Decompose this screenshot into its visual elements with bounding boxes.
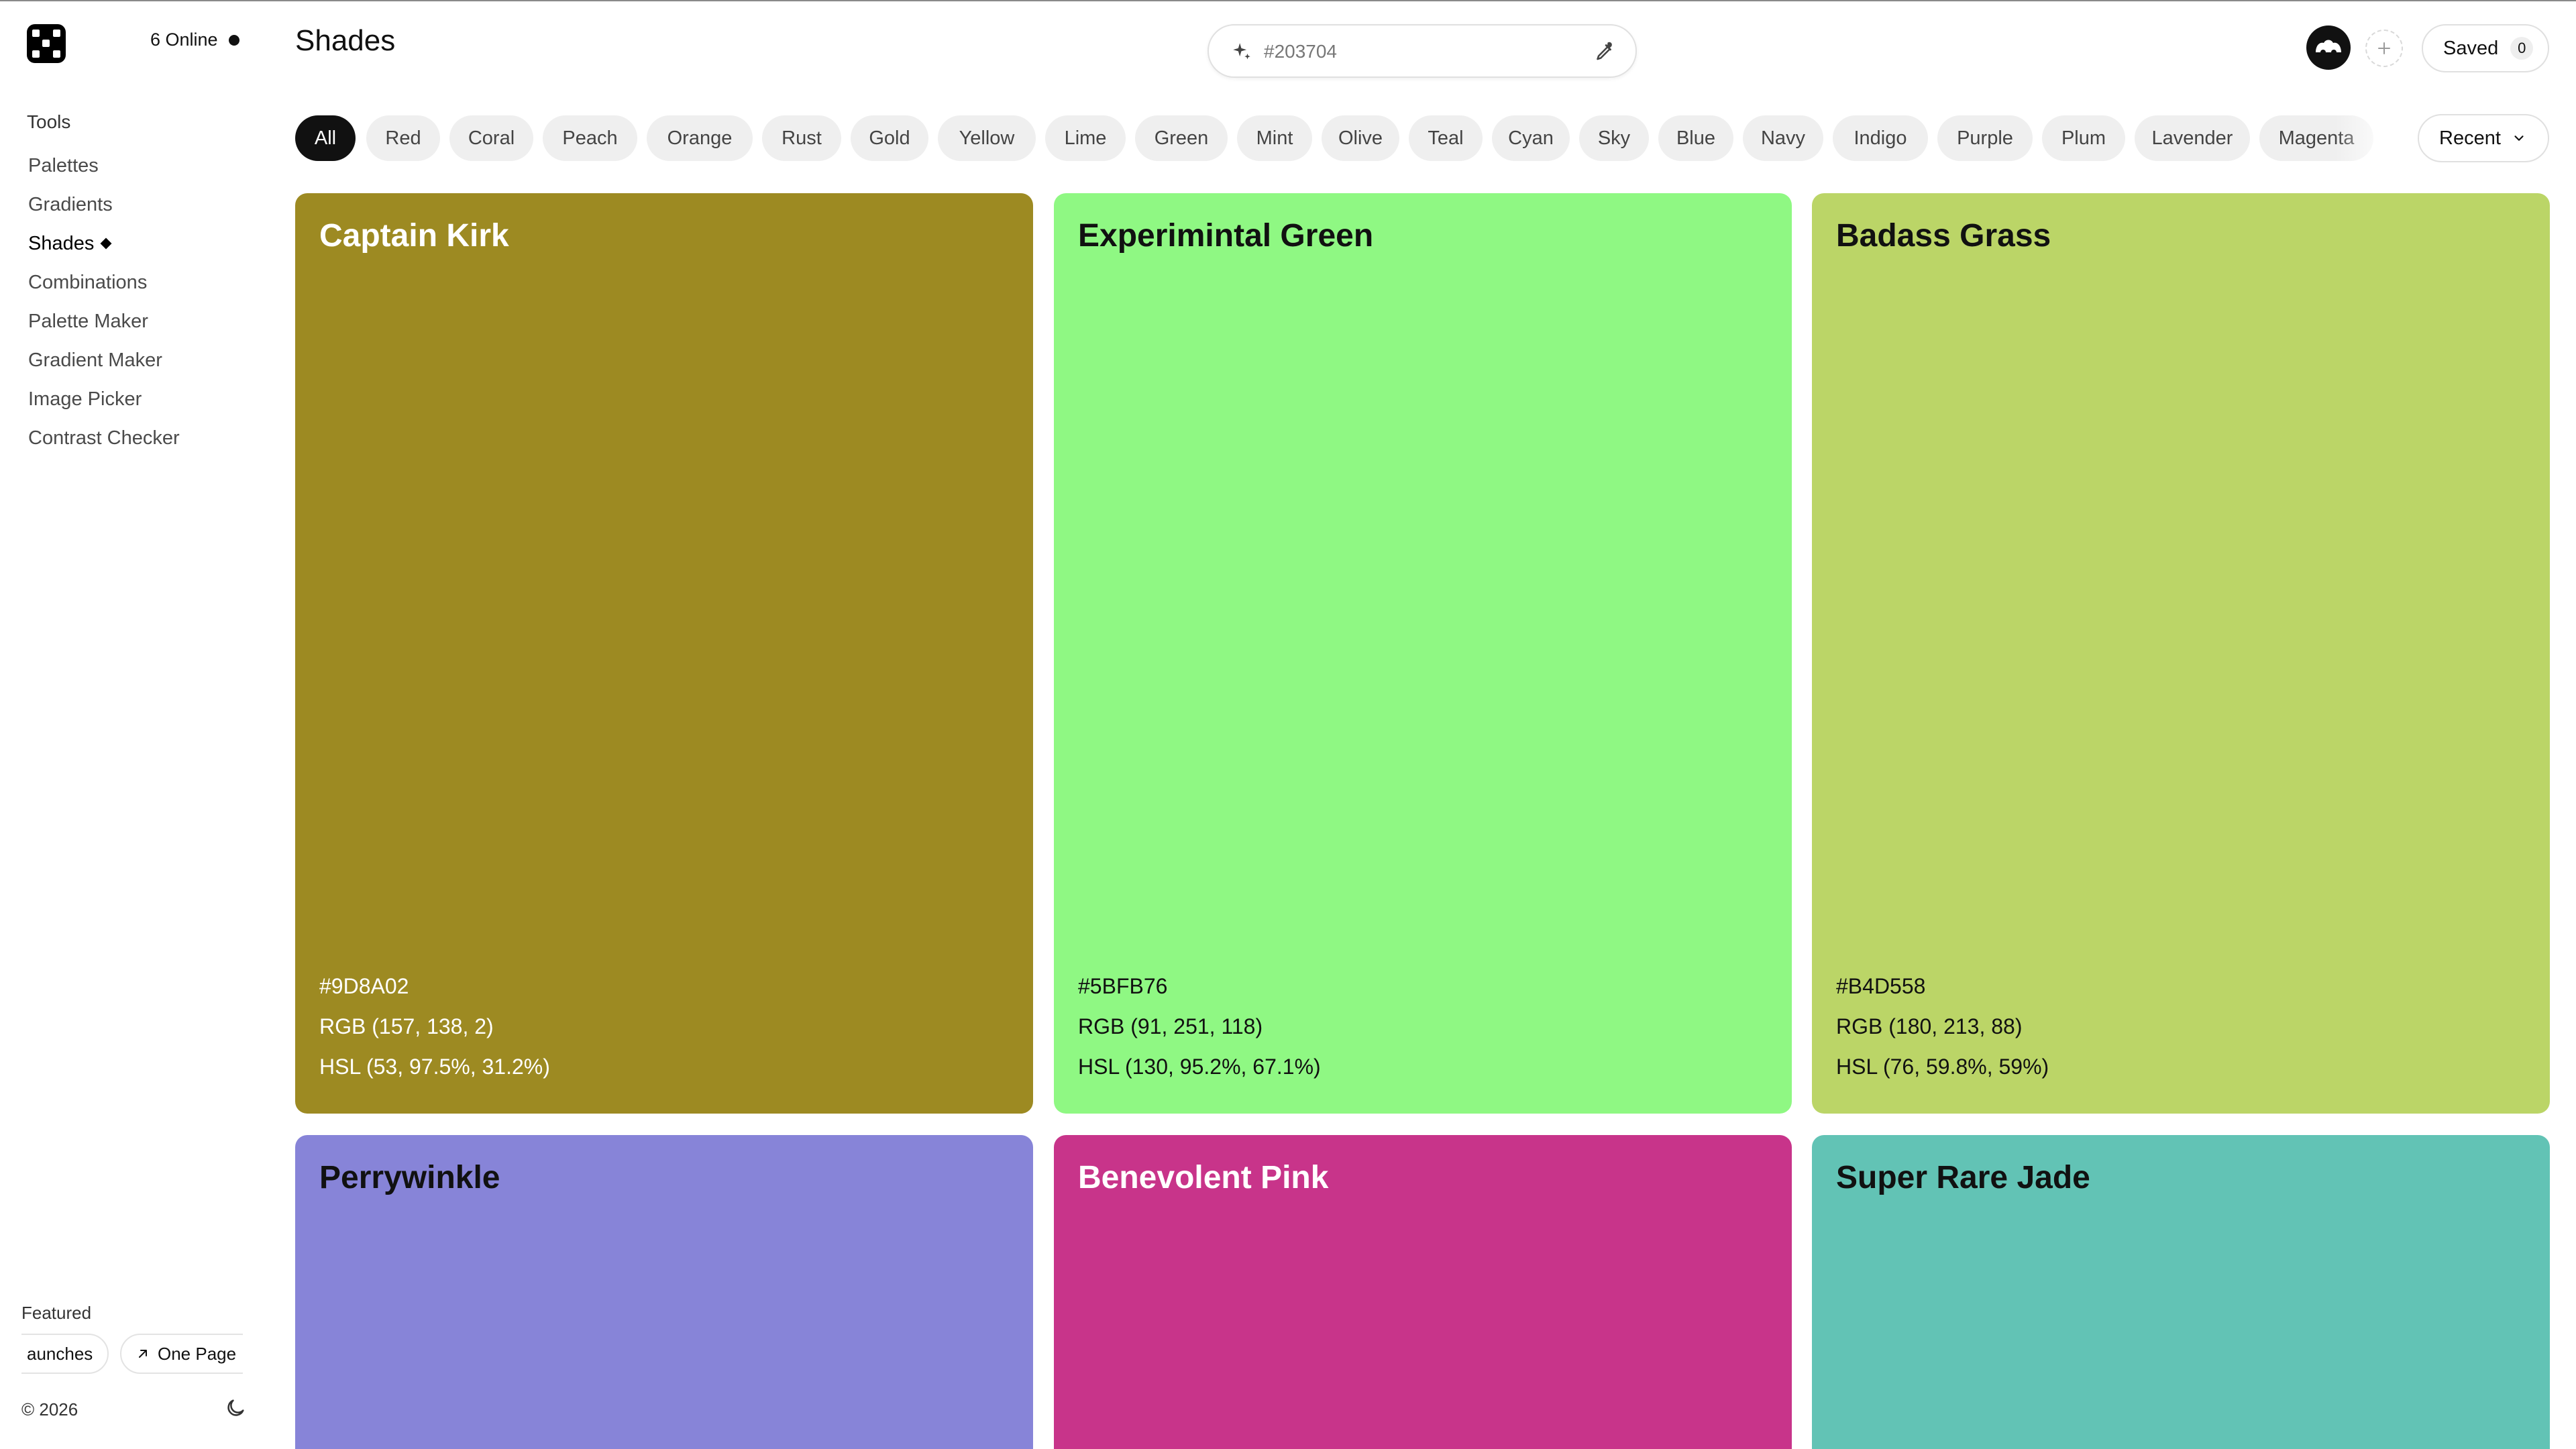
shade-rgb[interactable]: RGB (157, 138, 2) — [319, 1006, 550, 1046]
shade-hex[interactable]: #B4D558 — [1836, 966, 2049, 1006]
shade-hex[interactable]: #9D8A02 — [319, 966, 550, 1006]
chip-mint[interactable]: Mint — [1237, 115, 1312, 161]
shade-card[interactable]: Captain Kirk #9D8A02 RGB (157, 138, 2) H… — [295, 193, 1033, 1114]
chip-olive[interactable]: Olive — [1322, 115, 1399, 161]
sort-dropdown[interactable]: Recent — [2418, 114, 2549, 162]
sidebar-item-label: Shades — [28, 233, 95, 254]
shade-name: Benevolent Pink — [1078, 1160, 1329, 1195]
search-input[interactable] — [1263, 38, 1574, 66]
saved-button[interactable]: Saved 0 — [2422, 24, 2549, 72]
sidebar-item-contrast-checker[interactable]: Contrast Checker — [28, 419, 180, 458]
shade-card[interactable]: Benevolent Pink — [1054, 1135, 1792, 1449]
sidebar-item-label: Palette Maker — [28, 311, 148, 332]
featured-launches-link[interactable]: aunches — [21, 1334, 109, 1374]
shade-name: Super Rare Jade — [1836, 1160, 2090, 1195]
moon-icon[interactable] — [224, 1397, 247, 1419]
chip-green[interactable]: Green — [1135, 115, 1228, 161]
chip-coral[interactable]: Coral — [449, 115, 533, 161]
chip-peach[interactable]: Peach — [543, 115, 637, 161]
sidebar-item-palette-maker[interactable]: Palette Maker — [28, 302, 180, 341]
sort-label: Recent — [2439, 127, 2501, 149]
active-diamond-icon — [100, 237, 112, 250]
sidebar-item-image-picker[interactable]: Image Picker — [28, 380, 180, 419]
sidebar-section-title: Tools — [27, 111, 71, 132]
sidebar-item-combinations[interactable]: Combinations — [28, 263, 180, 302]
chevron-down-icon — [2514, 136, 2524, 141]
arrow-up-right-icon — [139, 1350, 147, 1358]
color-search — [1208, 24, 1637, 78]
chip-lavender[interactable]: Lavender — [2135, 115, 2250, 161]
sidebar-item-gradient-maker[interactable]: Gradient Maker — [28, 341, 180, 380]
shade-card[interactable]: Super Rare Jade — [1812, 1135, 2550, 1449]
chip-rust[interactable]: Rust — [762, 115, 841, 161]
avatar-icon[interactable] — [2306, 25, 2351, 70]
online-status: 6 Online — [150, 30, 239, 50]
chip-teal[interactable]: Teal — [1409, 115, 1483, 161]
featured-row: aunches One Page — [21, 1334, 243, 1375]
shade-name: Experimintal Green — [1078, 218, 1374, 254]
shade-values: #5BFB76 RGB (91, 251, 118) HSL (130, 95.… — [1078, 966, 1321, 1087]
top-border — [0, 0, 2576, 1]
sidebar-item-label: Image Picker — [28, 388, 142, 410]
saved-label: Saved — [2443, 37, 2499, 59]
shade-name: Perrywinkle — [319, 1160, 500, 1195]
shade-hex[interactable]: #5BFB76 — [1078, 966, 1321, 1006]
shade-hsl[interactable]: HSL (53, 97.5%, 31.2%) — [319, 1046, 550, 1087]
chip-gold[interactable]: Gold — [851, 115, 928, 161]
shade-rgb[interactable]: RGB (180, 213, 88) — [1836, 1006, 2049, 1046]
chip-indigo[interactable]: Indigo — [1833, 115, 1928, 161]
chip-purple[interactable]: Purple — [1937, 115, 2033, 161]
chip-blue[interactable]: Blue — [1658, 115, 1733, 161]
shade-name: Captain Kirk — [319, 218, 509, 254]
page-title: Shades — [295, 24, 396, 57]
sidebar-item-label: Combinations — [28, 272, 148, 293]
chip-cyan[interactable]: Cyan — [1492, 115, 1570, 161]
chip-red[interactable]: Red — [366, 115, 440, 161]
featured-link-label: One Page — [158, 1343, 237, 1364]
featured-label: Featured — [21, 1303, 92, 1323]
copyright: © 2026 — [21, 1399, 78, 1419]
chip-navy[interactable]: Navy — [1743, 115, 1823, 161]
shade-values: #B4D558 RGB (180, 213, 88) HSL (76, 59.8… — [1836, 966, 2049, 1087]
chip-orange[interactable]: Orange — [647, 115, 753, 161]
sidebar-item-palettes[interactable]: Palettes — [28, 146, 180, 185]
online-count-label: 6 Online — [150, 30, 218, 50]
shade-values: #9D8A02 RGB (157, 138, 2) HSL (53, 97.5%… — [319, 966, 550, 1087]
sidebar-item-label: Gradient Maker — [28, 350, 162, 371]
shade-card[interactable]: Perrywinkle — [295, 1135, 1033, 1449]
filter-chip-row: All Red Coral Peach Orange Rust Gold Yel… — [295, 115, 2392, 162]
sidebar-item-gradients[interactable]: Gradients — [28, 185, 180, 224]
shade-hsl[interactable]: HSL (76, 59.8%, 59%) — [1836, 1046, 2049, 1087]
logo-icon[interactable] — [27, 24, 66, 63]
add-button[interactable] — [2365, 30, 2403, 67]
chip-yellow[interactable]: Yellow — [938, 115, 1036, 161]
sidebar-nav: Palettes Gradients Shades Combinations P… — [28, 146, 180, 458]
sidebar-item-label: Gradients — [28, 194, 113, 215]
avatar-graphic — [2316, 40, 2341, 55]
shade-hsl[interactable]: HSL (130, 95.2%, 67.1%) — [1078, 1046, 1321, 1087]
chip-plum[interactable]: Plum — [2042, 115, 2125, 161]
chip-all[interactable]: All — [295, 115, 356, 161]
shade-card[interactable]: Badass Grass #B4D558 RGB (180, 213, 88) … — [1812, 193, 2550, 1114]
shade-name: Badass Grass — [1836, 218, 2051, 254]
sidebar-item-shades[interactable]: Shades — [28, 224, 180, 263]
featured-link-label: aunches — [27, 1343, 93, 1364]
chip-sky[interactable]: Sky — [1579, 115, 1649, 161]
shade-rgb[interactable]: RGB (91, 251, 118) — [1078, 1006, 1321, 1046]
sparkle-icon — [1233, 43, 1250, 60]
sidebar-item-label: Contrast Checker — [28, 427, 180, 449]
sidebar-item-label: Palettes — [28, 155, 99, 176]
saved-count-badge: 0 — [2510, 37, 2534, 60]
shade-card[interactable]: Experimintal Green #5BFB76 RGB (91, 251,… — [1054, 193, 1792, 1114]
plus-icon — [2378, 42, 2390, 54]
status-dot-icon — [228, 34, 239, 46]
eyedropper-icon[interactable] — [1591, 39, 1617, 64]
chip-row-fade — [2334, 114, 2396, 164]
chip-lime[interactable]: Lime — [1045, 115, 1126, 161]
featured-one-page-link[interactable]: One Page — [120, 1334, 243, 1374]
